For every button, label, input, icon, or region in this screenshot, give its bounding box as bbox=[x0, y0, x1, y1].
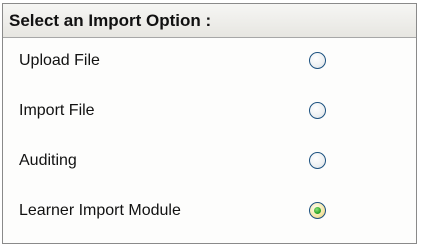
option-row-learner-import-module[interactable]: Learner Import Module bbox=[3, 188, 416, 238]
option-row-upload-file[interactable]: Upload File bbox=[3, 38, 416, 88]
option-row-auditing[interactable]: Auditing bbox=[3, 138, 416, 188]
option-row-import-file[interactable]: Import File bbox=[3, 88, 416, 138]
option-label-upload-file: Upload File bbox=[19, 52, 100, 69]
option-label-import-file: Import File bbox=[19, 102, 95, 119]
import-options-panel: Select an Import Option : Upload File Im… bbox=[2, 3, 417, 244]
option-label-learner-import-module: Learner Import Module bbox=[19, 202, 181, 219]
panel-title: Select an Import Option : bbox=[3, 4, 416, 38]
upload-file-radio[interactable] bbox=[309, 52, 326, 69]
radio-selected-dot-icon bbox=[314, 207, 321, 214]
import-file-radio[interactable] bbox=[309, 102, 326, 119]
auditing-radio[interactable] bbox=[309, 152, 326, 169]
option-label-auditing: Auditing bbox=[19, 152, 77, 169]
learner-import-module-radio[interactable] bbox=[309, 202, 326, 219]
